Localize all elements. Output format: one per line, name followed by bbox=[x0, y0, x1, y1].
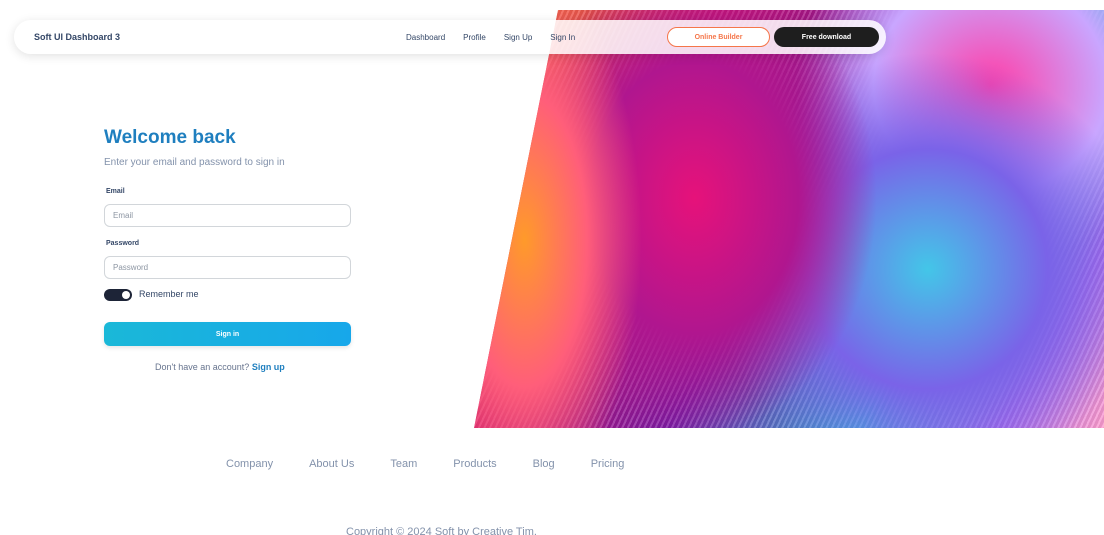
free-download-button[interactable]: Free download bbox=[774, 27, 879, 47]
password-input[interactable] bbox=[104, 256, 351, 279]
email-label: Email bbox=[106, 188, 125, 195]
sign-in-button[interactable]: Sign in bbox=[104, 322, 351, 346]
copyright-text: Copyright © 2024 Soft by Creative Tim. bbox=[346, 526, 537, 535]
brand-name[interactable]: Soft UI Dashboard 3 bbox=[34, 32, 120, 42]
footer-link-pricing[interactable]: Pricing bbox=[591, 458, 625, 470]
page-title: Welcome back bbox=[104, 127, 236, 148]
hero-artwork bbox=[474, 10, 1104, 428]
email-input[interactable] bbox=[104, 204, 351, 227]
footer-link-team[interactable]: Team bbox=[390, 458, 417, 470]
nav-link-dashboard[interactable]: Dashboard bbox=[406, 33, 445, 42]
footer-link-blog[interactable]: Blog bbox=[533, 458, 555, 470]
nav-link-sign-in[interactable]: Sign In bbox=[550, 33, 575, 42]
remember-me-toggle[interactable] bbox=[104, 289, 132, 301]
sign-up-link[interactable]: Sign up bbox=[252, 362, 285, 372]
account-prompt: Don't have an account? Sign up bbox=[155, 362, 285, 372]
page-subtitle: Enter your email and password to sign in bbox=[104, 157, 285, 168]
footer-links: Company About Us Team Products Blog Pric… bbox=[226, 458, 660, 470]
password-label: Password bbox=[106, 240, 140, 247]
nav-links: Dashboard Profile Sign Up Sign In bbox=[406, 33, 593, 42]
nav-link-profile[interactable]: Profile bbox=[463, 33, 486, 42]
remember-me-label: Remember me bbox=[139, 289, 199, 299]
online-builder-button[interactable]: Online Builder bbox=[667, 27, 770, 47]
footer-link-products[interactable]: Products bbox=[453, 458, 496, 470]
toggle-knob bbox=[122, 291, 130, 299]
footer-link-about-us[interactable]: About Us bbox=[309, 458, 354, 470]
footer-link-company[interactable]: Company bbox=[226, 458, 273, 470]
nav-link-sign-up[interactable]: Sign Up bbox=[504, 33, 532, 42]
top-navbar: Soft UI Dashboard 3 Dashboard Profile Si… bbox=[14, 20, 886, 54]
account-prompt-text: Don't have an account? bbox=[155, 362, 250, 372]
